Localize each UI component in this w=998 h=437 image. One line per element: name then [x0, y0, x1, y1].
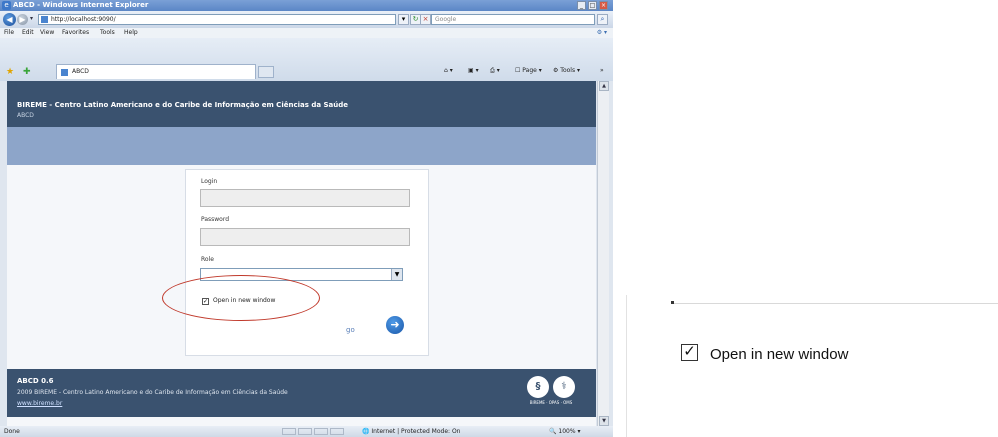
menu-tools[interactable]: Tools [100, 28, 115, 38]
zoom-value: 100% [558, 428, 576, 435]
search-icon[interactable]: ⌕ [597, 14, 608, 25]
new-tab-button[interactable] [258, 66, 274, 78]
inset-marker [671, 301, 674, 304]
search-input[interactable]: Google [431, 14, 595, 25]
title-bar: e ABCD - Windows Internet Explorer _ □ × [0, 0, 613, 11]
back-button[interactable]: ◀ [3, 13, 16, 26]
minimize-button[interactable]: _ [577, 1, 586, 10]
status-segment [314, 428, 328, 435]
menu-edit[interactable]: Edit [22, 28, 34, 38]
url-input[interactable]: http://localhost:9090/ [38, 14, 396, 25]
site-subtitle: ABCD [17, 112, 34, 119]
page-icon [41, 16, 48, 23]
zoomed-inset: ✓ Open in new window [626, 295, 998, 437]
menu-bar: File Edit View Favorites Tools Help ⚙ ▾ [0, 28, 613, 38]
zoom-level[interactable]: 🔍 100% ▾ [549, 426, 580, 437]
logo-caption: BIREME · OPAS · OMS [529, 400, 573, 405]
login-label: Login [201, 178, 218, 185]
window-title: ABCD - Windows Internet Explorer [13, 1, 149, 9]
go-arrow-button[interactable]: ➜ [386, 316, 404, 334]
tab-page-icon [61, 69, 68, 76]
inset-open-new-window-label: Open in new window [710, 346, 849, 363]
go-link[interactable]: go [346, 326, 355, 334]
menu-view[interactable]: View [40, 28, 54, 38]
toolbar-options-icon[interactable]: ⚙ ▾ [597, 28, 607, 38]
site-footer: ABCD 0.6 2009 BIREME - Centro Latino Ame… [7, 369, 596, 417]
password-label: Password [201, 216, 230, 223]
ie-icon: e [2, 1, 11, 10]
overflow-chevron-icon[interactable]: » [600, 66, 604, 76]
menu-favorites[interactable]: Favorites [62, 28, 89, 38]
scroll-up-button[interactable]: ▲ [599, 81, 609, 91]
search-placeholder: Google [435, 16, 457, 23]
header-band [7, 127, 596, 165]
tab-abcd[interactable]: ABCD [56, 64, 256, 79]
role-label: Role [201, 256, 214, 263]
add-favorite-icon[interactable]: ✚ [23, 67, 31, 77]
status-segment [298, 428, 312, 435]
login-input[interactable] [200, 189, 410, 207]
inset-open-new-window-checkbox[interactable]: ✓ [681, 344, 698, 361]
tools-menu[interactable]: ⚙ Tools ▾ [553, 66, 580, 76]
menu-help[interactable]: Help [124, 28, 138, 38]
security-zone-text: Internet | Protected Mode: On [371, 428, 461, 435]
tab-bar: ★ ✚ ABCD ⌂ ▾ ▣ ▾ ⎙ ▾ ☐ Page ▾ ⚙ Tools ▾ … [0, 38, 613, 81]
footer-link[interactable]: www.bireme.br [17, 400, 62, 407]
address-bar: ◀ ▶ ▾ http://localhost:9090/ ▾ ↻ × Googl… [0, 11, 613, 28]
close-button[interactable]: × [599, 1, 608, 10]
favorites-star-icon[interactable]: ★ [6, 67, 14, 77]
site-title: BIREME - Centro Latino Americano e do Ca… [17, 101, 348, 109]
password-input[interactable] [200, 228, 410, 246]
who-logo-icon: ⚕ [553, 376, 575, 398]
browser-window: e ABCD - Windows Internet Explorer _ □ ×… [0, 0, 613, 437]
page-menu[interactable]: ☐ Page ▾ [515, 66, 542, 76]
security-zone[interactable]: 🌐 Internet | Protected Mode: On [362, 426, 460, 437]
tab-label: ABCD [72, 68, 89, 75]
site-header: BIREME - Centro Latino Americano e do Ca… [7, 81, 596, 127]
bireme-opas-oms-logo: § ⚕ BIREME · OPAS · OMS [521, 376, 581, 406]
tools-menu-label: Tools [560, 67, 576, 74]
status-segment [330, 428, 344, 435]
bireme-logo-icon: § [527, 376, 549, 398]
forward-button[interactable]: ▶ [17, 14, 28, 25]
home-icon[interactable]: ⌂ ▾ [444, 66, 453, 76]
footer-version: ABCD 0.6 [17, 377, 54, 385]
maximize-button[interactable]: □ [588, 1, 597, 10]
status-segment [282, 428, 296, 435]
chevron-down-icon[interactable]: ▼ [391, 269, 402, 280]
vertical-scrollbar[interactable]: ▲ ▼ [597, 81, 609, 426]
inset-divider [673, 303, 998, 304]
scroll-down-button[interactable]: ▼ [599, 416, 609, 426]
highlight-ellipse [162, 275, 320, 321]
history-dropdown-icon[interactable]: ▾ [30, 15, 33, 22]
feeds-icon[interactable]: ▣ ▾ [468, 66, 479, 76]
stop-button[interactable]: × [420, 14, 431, 25]
url-text: http://localhost:9090/ [51, 16, 116, 23]
print-icon[interactable]: ⎙ ▾ [490, 66, 500, 76]
status-text: Done [4, 428, 20, 435]
url-dropdown-button[interactable]: ▾ [398, 14, 409, 25]
footer-copyright: 2009 BIREME - Centro Latino Americano e … [17, 389, 288, 396]
menu-file[interactable]: File [4, 28, 14, 38]
page-viewport: BIREME - Centro Latino Americano e do Ca… [7, 81, 596, 426]
status-bar: Done 🌐 Internet | Protected Mode: On 🔍 1… [0, 426, 613, 437]
login-form: Login Password Role ▼ ✓ Open in new wind… [185, 169, 429, 356]
page-menu-label: Page [522, 67, 537, 74]
